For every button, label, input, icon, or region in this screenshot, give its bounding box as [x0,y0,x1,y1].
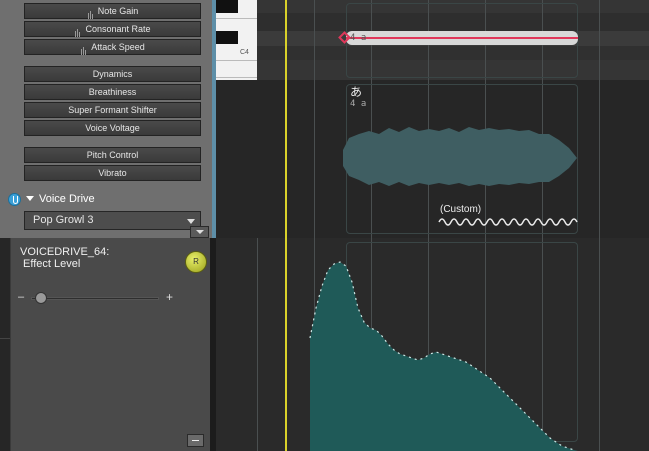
consonant-rate-button[interactable]: Consonant Rate [24,21,201,37]
vibrato-button[interactable]: Vibrato [24,165,201,181]
effect-level-curve-graphic[interactable] [216,238,649,451]
black-key[interactable] [216,0,238,13]
octave-label: C4 [240,49,249,56]
voice-drive-label: Voice Drive [39,193,95,205]
key-divider [216,60,257,61]
voice-voltage-button[interactable]: Voice Voltage [24,120,201,136]
super-formant-shifter-button[interactable]: Super Formant Shifter [24,102,201,118]
parameter-name: VOICEDRIVE_64: Effect Level [20,246,110,270]
key-divider [216,18,257,19]
voice-drive-header: Voice Drive [8,192,208,208]
attack-speed-button[interactable]: Attack Speed [24,39,201,55]
playhead[interactable] [285,0,287,451]
slider-thumb[interactable] [35,292,48,304]
vibrato-wave [438,218,578,226]
dynamics-button[interactable]: Dynamics [24,66,201,82]
breathiness-button[interactable]: Breathiness [24,84,201,100]
voice-drive-preset-select[interactable]: Pop Growl 3 [24,211,201,230]
slider-minus-icon[interactable]: – [18,291,24,303]
note-gain-button[interactable]: Note Gain [24,3,201,19]
preset-value: Pop Growl 3 [33,214,94,226]
black-key[interactable] [216,31,238,44]
effect-level-slider[interactable] [31,297,159,300]
waveform-graphic [343,127,578,226]
voicedrive-parameter-panel: VOICEDRIVE_64: Effect Level R – + [10,238,210,451]
expand-arrow-icon[interactable] [26,196,34,201]
reset-knob[interactable]: R [185,251,207,273]
parameter-bars-icon [87,5,95,19]
key-divider [216,77,257,78]
waveform [343,127,577,186]
parameter-bars-icon [80,41,88,55]
parameter-bars-icon [74,23,82,37]
piano-spacer [216,80,257,238]
left-gutter [0,238,10,451]
vibrato-type-label: (Custom) [440,204,482,215]
chevron-down-icon [187,219,195,224]
slider-plus-icon[interactable]: + [166,290,173,304]
collapse-button[interactable] [187,434,204,447]
dropdown-toggle-button[interactable] [190,226,209,238]
note-editor[interactable]: 4 a あ 4 a (Custom) [257,0,649,238]
parameter-curve-editor[interactable] [216,238,649,451]
effect-level-curve-fill [310,262,578,451]
power-icon[interactable] [8,193,21,206]
parameter-panel: Note Gain Consonant Rate Attack Speed Dy… [0,0,216,238]
piano-keyboard[interactable]: C4 [216,0,257,80]
pitch-control-button[interactable]: Pitch Control [24,147,201,163]
